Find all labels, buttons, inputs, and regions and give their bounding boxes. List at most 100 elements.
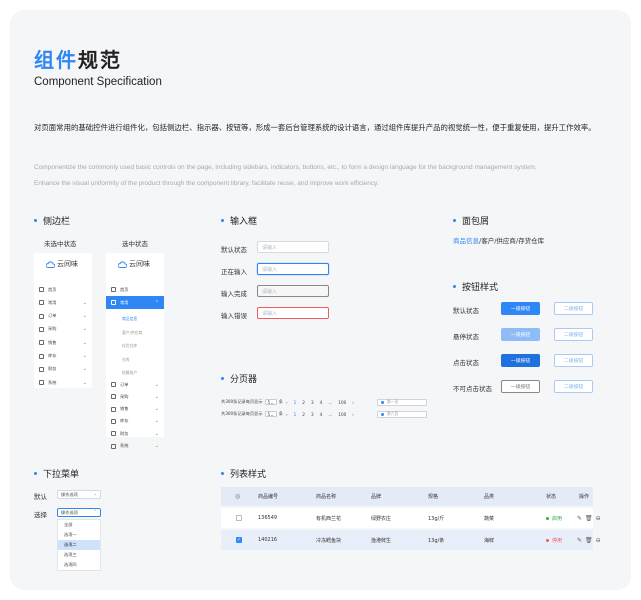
chevron-down-icon: ⌄ [82, 313, 87, 320]
table-cell: 13g/斤 [428, 515, 445, 522]
secondary-button: 二级按钮 [554, 380, 593, 393]
table-cell: 13g/条 [428, 537, 445, 544]
sidebar-subitem[interactable]: 结算账户 [122, 370, 137, 376]
total-records: 共300条记录 [221, 411, 246, 416]
input-default[interactable]: 请输入 [257, 241, 329, 253]
chevron-down-icon: ⌄ [154, 381, 159, 388]
status-badge: 启用 [546, 515, 562, 522]
dot-icon [381, 412, 384, 416]
button-state-label: 点击状态 [453, 359, 479, 367]
sidebar-item[interactable]: 常用 ⌃ [106, 296, 164, 310]
per-page-label: 每页显示 [245, 411, 263, 416]
edit-icon[interactable]: ✎ [577, 537, 582, 544]
ellipsis: ... [328, 411, 333, 417]
status-dot-icon [546, 538, 549, 542]
page-title: 组件规范 [34, 48, 122, 72]
sidebar-item[interactable]: 销售 ⌄ [106, 403, 164, 416]
input-error[interactable]: 请输入 [257, 307, 329, 319]
dropdown-option[interactable]: 选项四 [58, 560, 100, 570]
input-label: 输入完成 [221, 290, 247, 298]
selected-label: 选中状态 [122, 240, 148, 248]
sidebar-item[interactable]: 采购 ⌄ [34, 323, 92, 336]
dropdown-option[interactable]: 全部 [58, 520, 100, 530]
secondary-button[interactable]: 二级按钮 [554, 302, 593, 315]
table-section-title: 列表样式 [221, 467, 266, 480]
breadcrumb-path[interactable]: /客户/供应商/存货仓库 [479, 237, 544, 245]
chevron-down-icon: ⌄ [82, 379, 87, 386]
dropdown-option[interactable]: 选项一 [58, 530, 100, 540]
menu-icon [39, 353, 44, 359]
sidebar-subitem[interactable]: 仓库 [122, 357, 130, 363]
sidebar-item[interactable]: 库存 ⌄ [106, 415, 164, 428]
row-actions: ✎ 🗑 ⊖ [577, 537, 601, 544]
bullet-icon [34, 472, 37, 475]
page-number[interactable]: 3 [311, 400, 314, 405]
sidebar-item[interactable]: 销售 ⌄ [34, 336, 92, 349]
page-number[interactable]: 4 [320, 412, 323, 417]
cloud-icon [118, 260, 127, 268]
page-number[interactable]: 2 [302, 412, 305, 417]
page-number[interactable]: 100 [338, 400, 346, 405]
dropdown-default[interactable]: 操作选项 ⌄ [57, 490, 101, 499]
secondary-button[interactable]: 二级按钮 [554, 354, 593, 367]
dropdown-option[interactable]: 选项二 [58, 540, 100, 550]
sidebar-item[interactable]: 系统 ⌄ [34, 376, 92, 389]
next-page-icon[interactable]: › [352, 412, 354, 417]
sidebar-item[interactable]: 财务 ⌄ [106, 427, 164, 440]
sidebar-item[interactable]: 常用 ⌄ [34, 296, 92, 309]
sidebar-item-label: 库存 [48, 353, 57, 358]
page-number[interactable]: 4 [320, 400, 323, 405]
page-number[interactable]: 2 [302, 400, 305, 405]
sidebar-subitem[interactable]: 商品信息 [122, 316, 137, 322]
chevron-down-icon: ⌄ [154, 430, 159, 437]
secondary-button[interactable]: 二级按钮 [554, 328, 593, 341]
sidebar-subitem[interactable]: 客户/供应商 [122, 330, 142, 336]
per-page-select[interactable]: 5 ⌄ [264, 411, 277, 417]
sidebar-item[interactable]: 首页 [34, 283, 92, 296]
table-cell: 有机西兰花 [316, 515, 342, 522]
table-row[interactable]: ✓ 140216 冷冻鳕鱼块 渔港鲜生 13g/条 海鲜 停用 ✎ 🗑 ⊖ [221, 530, 601, 550]
more-icon[interactable]: ⊖ [596, 515, 601, 522]
breadcrumb-current[interactable]: 商品信息 [453, 237, 479, 245]
input-typing[interactable]: 请输入 [257, 263, 329, 275]
sidebar-item-label: 常用 [48, 299, 57, 305]
sidebar-item[interactable]: 首页 [106, 283, 164, 296]
goto-page-input[interactable]: 第一页 [377, 398, 427, 406]
table-row[interactable]: 136549 有机西兰花 绿野农庄 13g/斤 蔬菜 启用 ✎ 🗑 ⊖ [221, 508, 601, 528]
prev-page-icon[interactable]: ‹ [286, 400, 288, 405]
goto-page-input[interactable]: 第六页 [377, 410, 427, 418]
header-checkbox-icon[interactable]: ◎ [235, 493, 240, 500]
per-page-select[interactable]: 5 ⌄ [264, 399, 277, 405]
delete-icon[interactable]: 🗑 [585, 537, 593, 544]
sidebar-item[interactable]: 采购 ⌄ [106, 390, 164, 403]
dropdown-option[interactable]: 选项三 [58, 550, 100, 560]
page-number[interactable]: 3 [311, 412, 314, 417]
prev-page-icon[interactable]: ‹ [286, 412, 288, 417]
page-subtitle: Component Specification [34, 76, 162, 88]
more-icon[interactable]: ⊖ [596, 537, 601, 544]
delete-icon[interactable]: 🗑 [585, 515, 593, 522]
primary-button[interactable]: 一级按钮 [501, 328, 540, 341]
sidebar-item-label: 采购 [48, 326, 57, 332]
dropdown-open[interactable]: 操作选项 ⌃ [57, 508, 101, 517]
row-checkbox[interactable]: ✓ [236, 537, 242, 543]
page-number[interactable]: 100 [338, 412, 346, 417]
page-number[interactable]: 1 [294, 412, 297, 417]
page-number[interactable]: 1 [294, 400, 297, 405]
dot-icon [381, 400, 384, 404]
sidebar-item[interactable]: 库存 ⌄ [34, 350, 92, 363]
input-complete[interactable]: 请输入 [257, 285, 329, 297]
sidebar-item[interactable]: 系统 ⌄ [106, 440, 164, 453]
row-checkbox[interactable] [236, 515, 242, 521]
sidebar-item[interactable]: 财务 ⌄ [34, 363, 92, 376]
next-page-icon[interactable]: › [352, 400, 354, 405]
primary-button[interactable]: 一级按钮 [501, 354, 540, 367]
chevron-down-icon: ⌄ [82, 353, 87, 359]
sidebar-item[interactable]: 订单 ⌄ [34, 310, 92, 323]
column-header: 商品编号 [258, 494, 279, 500]
sidebar-item[interactable]: 订单 ⌄ [106, 378, 164, 391]
edit-icon[interactable]: ✎ [577, 515, 582, 522]
sidebar-subitem[interactable]: 存货仓库 [122, 343, 137, 349]
primary-button[interactable]: 一级按钮 [501, 302, 540, 315]
table-cell: 冷冻鳕鱼块 [316, 537, 342, 544]
